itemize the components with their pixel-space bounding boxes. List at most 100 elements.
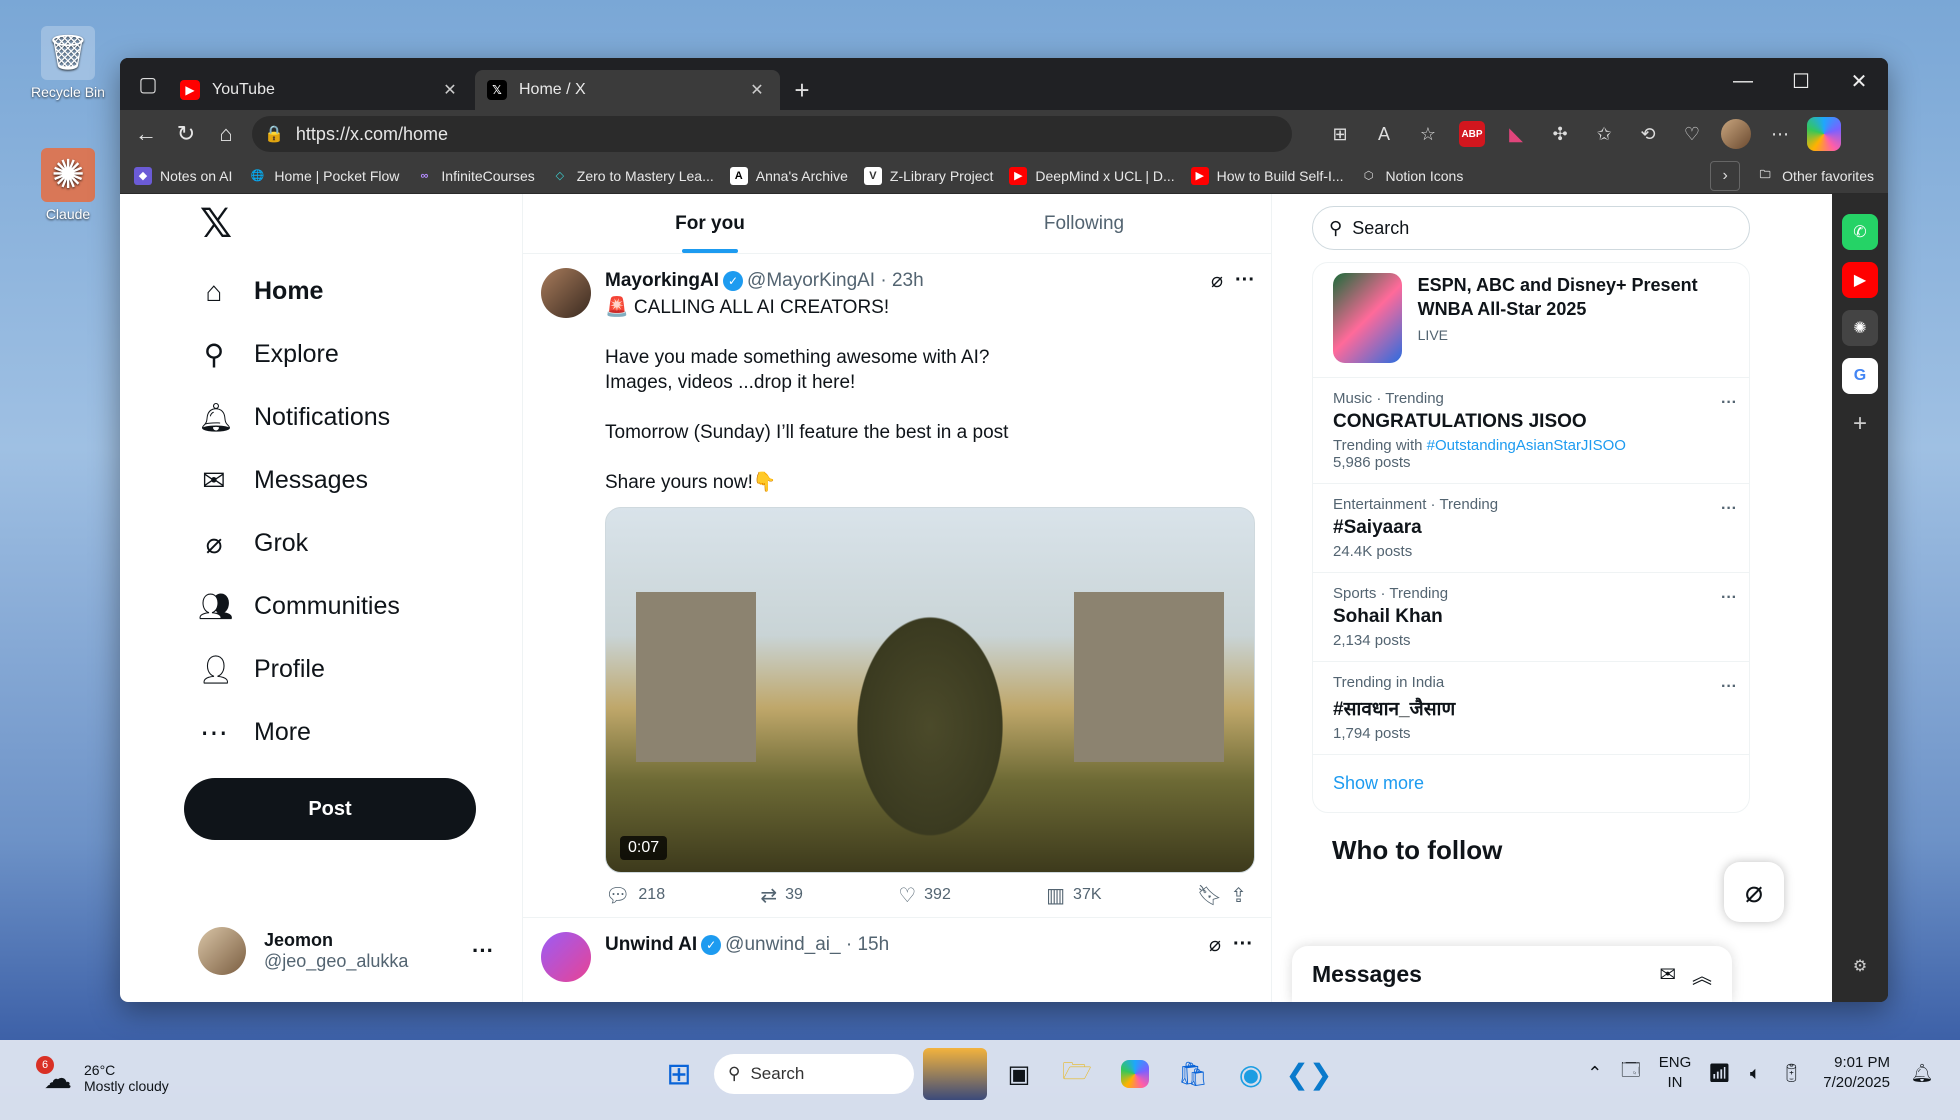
recycle-bin-icon[interactable]: 🗑 Recycle Bin: [20, 26, 116, 100]
tweet-author-handle[interactable]: @unwind_ai_: [725, 934, 840, 956]
nav-notifications[interactable]: 🔔︎ Notifications: [184, 386, 508, 449]
trend-item[interactable]: Trending in India #सावधान_जैसाण 1,794 po…: [1313, 661, 1749, 754]
tweet[interactable]: Unwind AI ✓ @unwind_ai_ · 15h ⌀ ···: [523, 918, 1271, 982]
weather-widget[interactable]: ☁ 6 26°C Mostly cloudy: [28, 1048, 218, 1108]
more-icon[interactable]: ···: [1721, 394, 1737, 412]
expand-chevron-up-icon[interactable]: ︽: [1692, 960, 1712, 989]
vscode-icon[interactable]: ❮❯: [1283, 1048, 1335, 1100]
microsoft-store-icon[interactable]: 🛍: [1167, 1048, 1219, 1100]
tab-youtube[interactable]: ▶ YouTube ✕: [168, 70, 473, 110]
copilot-icon[interactable]: [1804, 114, 1844, 154]
split-screen-icon[interactable]: ⊞: [1320, 114, 1360, 154]
notification-bell-icon[interactable]: 🔔︎: [1904, 1048, 1940, 1098]
add-sidebar-app-icon[interactable]: +: [1842, 406, 1878, 442]
show-hidden-icons-chevron-icon[interactable]: ⌃: [1577, 1048, 1613, 1098]
volume-icon[interactable]: 🔈︎: [1737, 1048, 1773, 1098]
account-switcher[interactable]: Jeomon @jeo_geo_alukka ···: [184, 918, 508, 984]
tweet-author-name[interactable]: MayorkingAI: [605, 270, 719, 292]
refresh-button[interactable]: ↻: [166, 114, 206, 154]
minimize-button[interactable]: —: [1714, 58, 1772, 104]
more-icon[interactable]: ···: [472, 938, 494, 964]
tweet-time[interactable]: 23h: [892, 270, 924, 292]
start-windows-icon[interactable]: ⊞: [653, 1048, 705, 1100]
grok-floating-button[interactable]: ⌀: [1724, 862, 1784, 922]
language-indicator[interactable]: ENG IN: [1659, 1053, 1692, 1093]
whatsapp-icon[interactable]: ✆: [1842, 214, 1878, 250]
reply-button[interactable]: 💬︎ 218: [605, 883, 665, 908]
flag-extension-icon[interactable]: ◣: [1496, 114, 1536, 154]
chatgpt-icon[interactable]: ✺: [1842, 310, 1878, 346]
x-logo-icon[interactable]: 𝕏: [184, 194, 248, 254]
maximize-button[interactable]: ☐: [1772, 58, 1830, 104]
more-icon[interactable]: ···: [1233, 933, 1253, 956]
nav-home[interactable]: ⌂ Home: [184, 260, 508, 323]
profile-avatar[interactable]: [1716, 114, 1756, 154]
news-item[interactable]: ESPN, ABC and Disney+ Present WNBA All-S…: [1313, 263, 1749, 377]
like-button[interactable]: ♡ 392: [898, 883, 951, 908]
favorite-z-library[interactable]: V Z-Library Project: [856, 161, 1001, 191]
close-tab-icon[interactable]: ✕: [746, 79, 768, 101]
sidebar-settings-gear-icon[interactable]: ⚙: [1842, 948, 1878, 984]
widget-landscape-icon[interactable]: [923, 1048, 987, 1100]
extensions-puzzle-icon[interactable]: ✣: [1540, 114, 1580, 154]
favorite-notes-on-ai[interactable]: ◆ Notes on AI: [126, 161, 240, 191]
more-icon[interactable]: ···: [1721, 678, 1737, 696]
adblock-plus-icon[interactable]: ABP: [1452, 114, 1492, 154]
more-icon[interactable]: ···: [1721, 500, 1737, 518]
avatar[interactable]: [541, 932, 591, 982]
post-button[interactable]: Post: [184, 778, 476, 840]
other-favorites[interactable]: 🗀 Other favorites: [1748, 161, 1882, 191]
nav-communities[interactable]: 👥︎ Communities: [184, 575, 508, 638]
nav-explore[interactable]: ⚲ Explore: [184, 323, 508, 386]
show-more-link[interactable]: Show more: [1313, 754, 1749, 812]
nav-messages[interactable]: ✉ Messages: [184, 449, 508, 512]
more-icon[interactable]: ···: [1235, 269, 1255, 292]
messages-drawer[interactable]: Messages ✉ ︽: [1292, 946, 1732, 1002]
new-tab-button[interactable]: +: [782, 70, 822, 110]
nav-grok[interactable]: ⌀ Grok: [184, 512, 508, 575]
google-icon[interactable]: G: [1842, 358, 1878, 394]
file-explorer-icon[interactable]: 🗁: [1051, 1048, 1103, 1100]
taskbar-search[interactable]: ⚲ Search: [714, 1054, 914, 1094]
task-view-icon[interactable]: ▣: [993, 1048, 1045, 1100]
tab-x-home[interactable]: 𝕏 Home / X ✕: [475, 70, 780, 110]
share-icon[interactable]: ⇪: [1230, 883, 1247, 908]
claude-desktop-icon[interactable]: ✺ Claude: [20, 148, 116, 222]
nav-profile[interactable]: 👤︎ Profile: [184, 638, 508, 701]
clock[interactable]: 9:01 PM 7/20/2025: [1823, 1053, 1890, 1093]
tray-app-icon[interactable]: 🗔: [1613, 1048, 1649, 1098]
trend-hashtag-link[interactable]: #OutstandingAsianStarJISOO: [1427, 437, 1626, 454]
nav-more[interactable]: ⋯ More: [184, 701, 508, 764]
home-button[interactable]: ⌂: [206, 114, 246, 154]
favorites-overflow-chevron-icon[interactable]: ›: [1710, 160, 1741, 191]
grok-icon[interactable]: ⌀: [1209, 932, 1221, 957]
favorites-icon[interactable]: ✩: [1584, 114, 1624, 154]
copilot-icon[interactable]: [1109, 1048, 1161, 1100]
tweet[interactable]: MayorkingAI ✓ @MayorKingAI · 23h ⌀ ··· 🚨…: [523, 254, 1271, 918]
tab-following[interactable]: Following: [897, 194, 1271, 253]
wifi-icon[interactable]: 📶︎: [1701, 1048, 1737, 1098]
browser-essentials-icon[interactable]: ♡: [1672, 114, 1712, 154]
tweet-time[interactable]: 15h: [857, 934, 889, 956]
tweet-author-name[interactable]: Unwind AI: [605, 934, 697, 956]
back-button[interactable]: ←: [126, 114, 166, 154]
trend-item[interactable]: Music · Trending CONGRATULATIONS JISOO T…: [1313, 377, 1749, 483]
favorite-infinite-courses[interactable]: ∞ InfiniteCourses: [407, 161, 542, 191]
youtube-icon[interactable]: ▶: [1842, 262, 1878, 298]
close-window-button[interactable]: ✕: [1830, 58, 1888, 104]
read-aloud-icon[interactable]: A: [1364, 114, 1404, 154]
grok-icon[interactable]: ⌀: [1211, 268, 1223, 293]
close-tab-icon[interactable]: ✕: [439, 79, 461, 101]
favorite-deepmind-ucl[interactable]: ▶ DeepMind x UCL | D...: [1001, 161, 1182, 191]
search-input[interactable]: ⚲ Search: [1312, 206, 1750, 250]
repost-button[interactable]: ⇄ 39: [760, 883, 803, 908]
tab-actions-icon[interactable]: ▢: [128, 64, 168, 104]
history-icon[interactable]: ⟲: [1628, 114, 1668, 154]
tweet-video[interactable]: 0:07: [605, 507, 1255, 873]
favorite-how-to-build[interactable]: ▶ How to Build Self-I...: [1183, 161, 1352, 191]
avatar[interactable]: [541, 268, 591, 318]
edge-icon[interactable]: ◉: [1225, 1048, 1277, 1100]
tab-for-you[interactable]: For you: [523, 194, 897, 253]
bookmark-icon[interactable]: 🔖︎: [1197, 883, 1222, 908]
views-button[interactable]: ▥ 37K: [1046, 883, 1101, 908]
